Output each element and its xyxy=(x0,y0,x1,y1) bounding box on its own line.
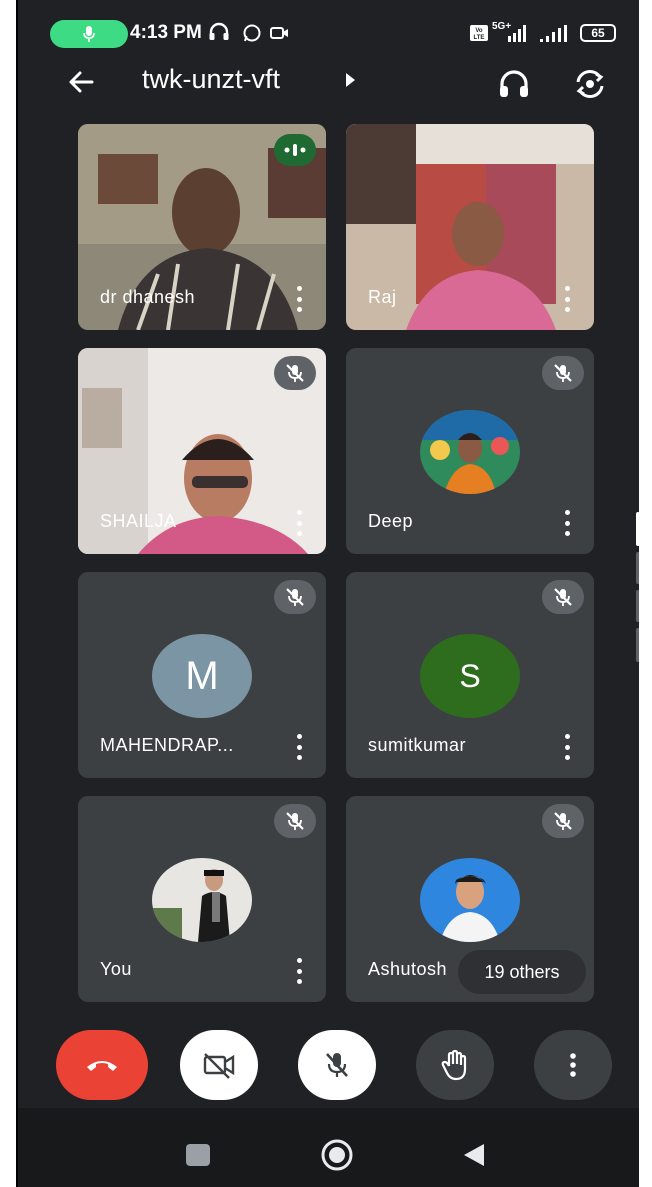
participant-menu-button[interactable] xyxy=(564,734,570,760)
signal-strength-icon xyxy=(496,24,526,49)
muted-indicator xyxy=(542,356,584,390)
camera-toggle-button[interactable] xyxy=(180,1030,258,1100)
back-button[interactable] xyxy=(62,62,102,102)
participant-tile[interactable]: Raj xyxy=(346,124,594,330)
home-button[interactable] xyxy=(320,1138,353,1171)
svg-text:LTE: LTE xyxy=(474,35,485,41)
hand-icon xyxy=(441,1049,467,1081)
participant-tile[interactable]: dr dhanesh xyxy=(78,124,326,330)
volte-icon: Vo LTE xyxy=(470,25,488,46)
participant-tile[interactable]: Deep xyxy=(346,348,594,554)
scrollbar-track-segment xyxy=(636,552,639,584)
participant-menu-button[interactable] xyxy=(296,510,302,536)
participant-menu-button[interactable] xyxy=(296,958,302,984)
more-options-button[interactable] xyxy=(534,1030,612,1100)
participant-avatar xyxy=(420,858,520,942)
phone-screen: 4:13 PM Vo LTE 5G+ 65 twk-unzt-vft dr dh… xyxy=(16,0,639,1187)
participant-name: MAHENDRAP... xyxy=(100,735,234,755)
participant-avatar: S xyxy=(420,634,520,718)
battery-indicator: 65 xyxy=(580,24,616,42)
signal-strength-2-icon xyxy=(538,24,570,49)
status-time: 4:13 PM xyxy=(130,22,202,43)
muted-indicator xyxy=(274,804,316,838)
muted-indicator xyxy=(274,580,316,614)
video-off-icon xyxy=(203,1053,235,1079)
participant-menu-button[interactable] xyxy=(564,510,570,536)
audio-output-button[interactable] xyxy=(494,64,534,104)
others-count-pill[interactable]: 19 others xyxy=(458,950,586,994)
participant-menu-button[interactable] xyxy=(564,286,570,312)
headset-status-icon xyxy=(208,22,230,47)
microphone-toggle-button[interactable] xyxy=(298,1030,376,1100)
participant-name: sumitkumar xyxy=(368,735,467,755)
meeting-code-title[interactable]: twk-unzt-vft xyxy=(142,64,280,95)
participant-tile-self[interactable]: You xyxy=(78,796,326,1002)
participant-name: Ashutosh xyxy=(368,959,448,979)
whatsapp-icon xyxy=(242,23,262,48)
title-chevron-icon[interactable] xyxy=(346,73,355,87)
headphones-icon xyxy=(500,70,528,97)
participant-menu-button[interactable] xyxy=(296,286,302,312)
triangle-back-icon xyxy=(464,1144,484,1166)
mic-off-icon xyxy=(554,812,572,830)
speaking-indicator xyxy=(274,134,316,166)
switch-camera-button[interactable] xyxy=(570,64,610,104)
muted-indicator xyxy=(542,804,584,838)
participant-avatar xyxy=(152,858,252,942)
participant-name: You xyxy=(100,959,132,979)
mic-icon xyxy=(83,26,95,42)
audio-wave-icon xyxy=(284,144,306,156)
battery-level: 65 xyxy=(591,26,605,40)
mic-off-icon xyxy=(286,588,304,606)
mic-off-icon xyxy=(554,364,572,382)
flip-camera-icon xyxy=(576,70,604,98)
participant-avatar: M xyxy=(152,634,252,718)
participant-tile[interactable]: S sumitkumar xyxy=(346,572,594,778)
scrollbar-thumb[interactable] xyxy=(636,512,639,546)
mic-off-icon xyxy=(286,364,304,382)
recents-button[interactable] xyxy=(186,1144,210,1166)
participant-name: dr dhanesh xyxy=(100,287,196,307)
muted-indicator xyxy=(542,580,584,614)
participant-menu-button[interactable] xyxy=(296,734,302,760)
more-vert-icon xyxy=(570,1053,576,1077)
participant-avatar xyxy=(420,410,520,494)
participant-tile[interactable]: SHAILJA xyxy=(78,348,326,554)
participant-name: SHAILJA xyxy=(100,511,177,531)
mic-off-icon xyxy=(326,1053,348,1077)
scrollbar-track-segment xyxy=(636,628,639,662)
svg-text:Vo: Vo xyxy=(475,28,483,34)
muted-indicator xyxy=(274,356,316,390)
mic-off-icon xyxy=(286,812,304,830)
arrow-left-icon xyxy=(69,71,94,93)
participant-tile[interactable]: M MAHENDRAP... xyxy=(78,572,326,778)
scrollbar-track-segment xyxy=(636,590,639,622)
active-mic-indicator[interactable] xyxy=(50,20,128,48)
mic-off-icon xyxy=(554,588,572,606)
home-circle-icon xyxy=(321,1139,353,1171)
participant-name: Raj xyxy=(368,287,397,307)
phone-hangup-icon xyxy=(87,1061,117,1071)
video-status-icon xyxy=(270,25,290,46)
back-nav-button[interactable] xyxy=(462,1142,486,1173)
end-call-button[interactable] xyxy=(56,1030,148,1100)
participant-name: Deep xyxy=(368,511,414,531)
raise-hand-button[interactable] xyxy=(416,1030,494,1100)
